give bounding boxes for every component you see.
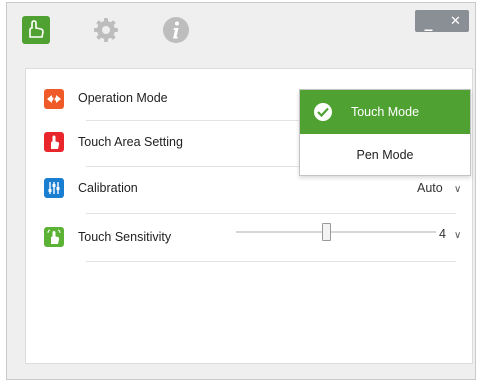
chevron-down-icon[interactable]: ∨ xyxy=(454,230,461,241)
sensitivity-slider-track[interactable] xyxy=(236,231,436,233)
touch-mode-label: Touch Mode xyxy=(350,105,420,119)
touch-mode-option[interactable]: Touch Mode xyxy=(300,90,470,134)
sensitivity-value[interactable]: 4 xyxy=(439,227,446,241)
divider xyxy=(86,213,456,214)
touch-mode-icon[interactable] xyxy=(21,15,51,45)
operation-mode-dropdown: Touch Mode Pen Mode xyxy=(299,89,471,176)
pen-mode-label: Pen Mode xyxy=(356,147,414,162)
close-button[interactable]: ✕ xyxy=(442,10,469,32)
touch-sensitivity-row: Touch Sensitivity 4 ∨ xyxy=(26,215,472,255)
operation-mode-label: Operation Mode xyxy=(78,91,168,105)
minimize-button[interactable]: _ xyxy=(415,10,442,32)
calibration-label: Calibration xyxy=(78,181,138,195)
app-window: _ ✕ Operation Mode Touch Area Setting Ca… xyxy=(6,2,476,380)
touch-area-icon xyxy=(44,132,64,152)
touch-sensitivity-icon xyxy=(44,227,64,247)
sensitivity-slider-thumb[interactable] xyxy=(322,223,331,241)
calibration-icon xyxy=(44,178,64,198)
calibration-value[interactable]: Auto xyxy=(417,181,443,195)
chevron-down-icon[interactable]: ∨ xyxy=(454,184,461,195)
touch-area-label: Touch Area Setting xyxy=(78,135,183,149)
checkmark-icon xyxy=(314,103,332,121)
window-controls: _ ✕ xyxy=(415,10,469,32)
operation-mode-icon xyxy=(44,89,64,109)
touch-sensitivity-label: Touch Sensitivity xyxy=(78,230,172,244)
pen-mode-option[interactable]: Pen Mode xyxy=(300,134,470,175)
info-icon[interactable] xyxy=(161,15,191,45)
divider xyxy=(86,261,456,262)
gear-icon[interactable] xyxy=(91,15,121,45)
